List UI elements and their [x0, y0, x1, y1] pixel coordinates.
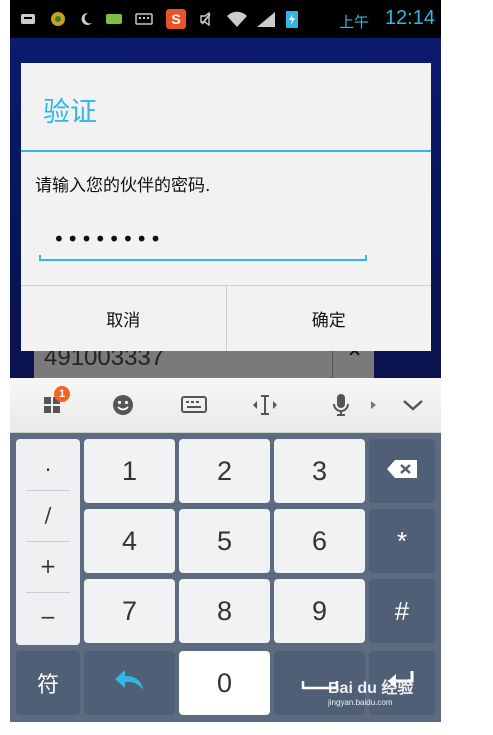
cursor-icon[interactable] [248, 388, 282, 422]
key-6[interactable]: 6 [274, 509, 365, 573]
key-2[interactable]: 2 [179, 439, 270, 503]
baidu-watermark: Bai du 经验 jingyan.baidu.com [328, 674, 413, 707]
dialog-title: 验证 [43, 97, 97, 128]
cancel-button[interactable]: 取消 [21, 286, 226, 351]
key-9[interactable]: 9 [274, 579, 365, 643]
key-star[interactable]: * [369, 509, 435, 573]
mute-icon [196, 9, 216, 29]
keyboard-notification-icon [18, 9, 38, 29]
symbol-column: . / + − [16, 439, 80, 645]
confirm-button[interactable]: 确定 [225, 286, 431, 351]
key-minus[interactable]: − [16, 592, 80, 642]
battery-charging-icon [282, 9, 302, 29]
watermark-url: jingyan.baidu.com [328, 698, 393, 707]
scroll-right-icon [366, 388, 382, 422]
dialog-message: 请输入您的伙伴的密码. [35, 176, 211, 196]
password-value: •••••••• [53, 227, 164, 251]
keyboard-toolbar: 1 [10, 378, 441, 433]
verification-dialog: 验证 请输入您的伙伴的密码. •••••••• 取消 确定 [21, 63, 431, 351]
key-plus[interactable]: + [16, 541, 80, 591]
key-4[interactable]: 4 [84, 509, 175, 573]
sogou-icon: S [166, 9, 186, 29]
key-hash[interactable]: # [369, 579, 435, 643]
dialog-title-divider [21, 150, 431, 152]
signal-icon [254, 9, 278, 29]
backspace-icon [385, 456, 419, 487]
watermark-brand: Bai du 经验 [328, 680, 414, 697]
emoji-icon[interactable] [106, 388, 140, 422]
key-period[interactable]: . [16, 439, 80, 489]
keyboard-icon [134, 9, 154, 29]
key-8[interactable]: 8 [179, 579, 270, 643]
phone-screen: S 上午 12:14 491003337 ⌃ 验证 请输入您的伙伴的密码. ••… [10, 0, 441, 722]
microphone-icon[interactable] [324, 388, 358, 422]
key-slash[interactable]: / [16, 490, 80, 540]
key-7[interactable]: 7 [84, 579, 175, 643]
password-underline [39, 255, 367, 261]
symbols-key[interactable]: 符 [16, 651, 80, 715]
battery-saver-icon [104, 9, 124, 29]
backspace-key[interactable] [369, 439, 435, 503]
undo-key[interactable] [84, 651, 175, 715]
status-bar: S 上午 12:14 [10, 0, 441, 38]
apps-icon[interactable]: 1 [36, 386, 70, 422]
wifi-icon [224, 9, 250, 29]
app-icon [48, 9, 68, 29]
status-ampm: 上午 [338, 13, 369, 31]
notification-badge: 1 [54, 386, 70, 402]
key-3[interactable]: 3 [274, 439, 365, 503]
dialog-buttons: 取消 确定 [21, 285, 431, 351]
collapse-icon[interactable] [396, 388, 430, 422]
key-5[interactable]: 5 [179, 509, 270, 573]
key-0[interactable]: 0 [179, 651, 270, 715]
keyboard-switch-icon[interactable] [177, 388, 211, 422]
key-1[interactable]: 1 [84, 439, 175, 503]
undo-icon [113, 666, 147, 701]
password-field[interactable]: •••••••• [39, 223, 367, 263]
moon-icon [76, 9, 96, 29]
status-time: 12:14 [384, 7, 435, 29]
